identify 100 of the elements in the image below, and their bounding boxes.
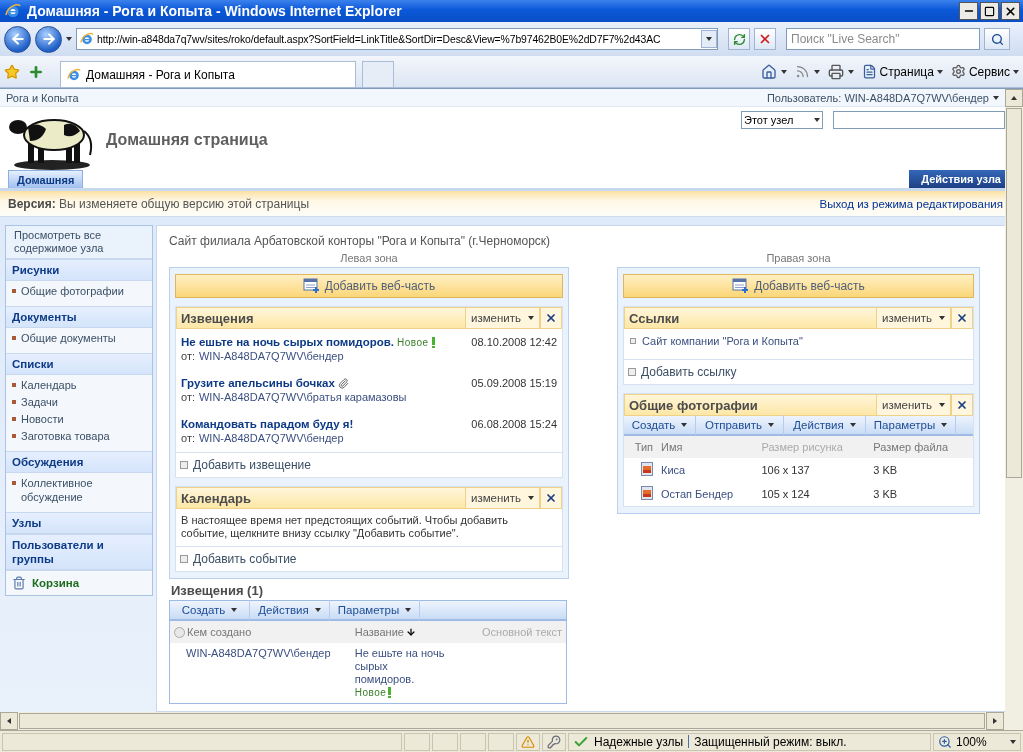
toolbar-menu-button[interactable]: Действия xyxy=(784,415,866,435)
close-web-part-button[interactable] xyxy=(950,308,972,328)
search-scope-select[interactable]: Этот узел xyxy=(741,111,823,129)
author-label: от: xyxy=(181,350,195,362)
image-file-icon xyxy=(641,486,653,500)
add-link[interactable]: Добавить событие xyxy=(193,552,297,566)
link-item[interactable]: Сайт компании "Рога и Копыта" xyxy=(642,335,803,347)
close-button[interactable] xyxy=(1001,2,1020,20)
author-link[interactable]: WIN-A848DA7Q7WV\бендер xyxy=(199,350,344,362)
browser-tab[interactable]: Домашняя - Рога и Копыта xyxy=(60,61,356,87)
announcement-title[interactable]: Не ешьте на ночь сырых помидоров. xyxy=(181,336,394,348)
file-name-link[interactable]: Киса xyxy=(661,464,686,476)
search-button[interactable] xyxy=(984,28,1010,50)
stop-button[interactable] xyxy=(754,28,776,50)
exit-edit-mode-link[interactable]: Выход из режима редактирования xyxy=(819,197,1003,210)
column-header[interactable]: Название xyxy=(350,621,470,643)
toolbar-menu-button[interactable]: Параметры xyxy=(866,415,956,435)
horizontal-scrollbar[interactable] xyxy=(0,712,1023,730)
author-link[interactable]: WIN-A848DA7Q7WV\бендер xyxy=(186,647,331,659)
feeds-button[interactable] xyxy=(794,64,820,79)
item-title-link[interactable]: Не ешьте на ночь сырых помидоров. xyxy=(354,647,447,686)
site-description: Сайт филиала Арбатовской конторы "Рога и Копыта" (г.Черноморск) xyxy=(169,234,552,248)
close-web-part-button[interactable] xyxy=(950,395,972,415)
file-name-link[interactable]: Остап Бендер xyxy=(661,488,734,500)
print-button[interactable] xyxy=(827,63,854,80)
page-icon xyxy=(861,64,877,79)
toolbar-menu-button[interactable]: Создать xyxy=(170,600,250,620)
edit-menu-button[interactable]: изменить xyxy=(876,308,950,328)
nav-item[interactable]: Задачи xyxy=(6,395,152,409)
nav-item[interactable]: Новости xyxy=(6,412,152,426)
site-actions-button[interactable]: Действия узла xyxy=(909,170,1005,188)
favorites-star-icon[interactable] xyxy=(4,63,20,80)
announcement-title[interactable]: Командовать парадом буду я! xyxy=(181,418,354,430)
home-button[interactable] xyxy=(760,63,787,80)
command-menu-button[interactable]: Страница xyxy=(861,64,943,79)
toolbar-menu-button[interactable]: Создать xyxy=(624,415,696,435)
nav-section-heading[interactable]: Документы xyxy=(6,306,152,328)
address-dropdown-button[interactable] xyxy=(701,30,717,48)
nav-section-heading[interactable]: Пользователи и группы xyxy=(6,534,152,570)
add-web-part-button[interactable]: Добавить веб-часть xyxy=(623,274,974,298)
zoom-button[interactable]: 100% xyxy=(933,732,1021,751)
add-link[interactable]: Добавить ссылку xyxy=(641,365,737,379)
nav-section-heading[interactable]: Обсуждения xyxy=(6,451,152,473)
close-web-part-button[interactable] xyxy=(539,488,561,508)
recycle-bin-link[interactable]: Корзина xyxy=(6,570,152,595)
author-link[interactable]: WIN-A848DA7Q7WV\братья карамазовы xyxy=(199,391,407,403)
column-header[interactable]: Кем создано xyxy=(170,621,351,643)
close-icon xyxy=(545,312,557,324)
maximize-button[interactable] xyxy=(980,2,999,20)
maximize-icon xyxy=(984,5,995,17)
minimize-button[interactable] xyxy=(959,2,978,20)
nav-item[interactable]: Заготовка товара xyxy=(6,429,152,443)
nav-item[interactable]: Календарь xyxy=(6,378,152,392)
forward-button[interactable] xyxy=(35,25,62,53)
back-button[interactable] xyxy=(4,25,31,53)
refresh-icon xyxy=(732,32,746,46)
vertical-scrollbar[interactable] xyxy=(1005,89,1023,712)
author-link[interactable]: WIN-A848DA7Q7WV\бендер xyxy=(199,432,344,444)
zoom-icon xyxy=(938,734,952,749)
add-web-part-button[interactable]: Добавить веб-часть xyxy=(175,274,563,298)
nav-section-heading[interactable]: Узлы xyxy=(6,512,152,534)
column-header[interactable]: Размер файла xyxy=(869,436,973,458)
site-title: Домашняя страница xyxy=(106,131,269,149)
image-size: 105 x 124 xyxy=(761,488,810,500)
toolbar-menu-button[interactable]: Параметры xyxy=(330,600,420,620)
refresh-button[interactable] xyxy=(728,28,750,50)
dropdown-arrow-icon xyxy=(528,496,534,500)
add-favorite-icon[interactable] xyxy=(28,63,44,80)
edit-menu-button[interactable]: изменить xyxy=(465,488,539,508)
printer-icon xyxy=(827,63,844,80)
nav-tab[interactable]: Домашняя xyxy=(8,170,84,188)
edit-menu-button[interactable]: изменить xyxy=(465,308,539,328)
view-all-content-link[interactable]: Просмотреть все содержимое узла xyxy=(6,226,152,259)
scroll-arrow-icon xyxy=(7,718,11,724)
dropdown-arrow-icon xyxy=(780,69,787,74)
site-breadcrumb[interactable]: Рога и Копыта xyxy=(6,91,79,104)
toolbar-menu-button[interactable]: Действия xyxy=(250,600,330,620)
nav-section-heading[interactable]: Рисунки xyxy=(6,259,152,281)
site-search-field[interactable] xyxy=(833,111,1005,129)
popup-warning-icon xyxy=(521,734,535,749)
dropdown-arrow-icon xyxy=(936,69,943,74)
column-header[interactable]: Имя xyxy=(657,436,758,458)
history-dropdown-icon[interactable] xyxy=(66,37,72,41)
command-menu-button[interactable]: Сервис xyxy=(950,64,1019,79)
edit-menu-button[interactable]: изменить xyxy=(876,395,950,415)
nav-section-heading[interactable]: Списки xyxy=(6,353,152,375)
rss-icon xyxy=(794,64,810,79)
select-all-radio[interactable] xyxy=(174,626,185,638)
search-field[interactable]: Поиск "Live Search" xyxy=(786,28,980,50)
dropdown-arrow-icon xyxy=(814,118,820,122)
address-field[interactable]: http://win-a848da7q7wv/sites/roko/default.aspx?SortField=LinkTitle&SortDir=Desc&View=%7b97462B0E%2dD7F7%2d43AC xyxy=(76,28,718,50)
announcement-title[interactable]: Грузите апельсины бочках xyxy=(181,377,335,389)
file-size: 3 KB xyxy=(873,464,898,476)
protected-mode-status: Защищенный режим: выкл. xyxy=(694,734,847,749)
dropdown-arrow-icon xyxy=(314,608,321,612)
add-link[interactable]: Добавить извещение xyxy=(193,458,311,472)
column-header[interactable]: Тип xyxy=(624,436,657,458)
user-menu[interactable]: Пользователь: WIN-A848DA7Q7WV\бендер xyxy=(766,91,999,104)
toolbar-menu-button[interactable]: Отправить xyxy=(696,415,784,435)
close-web-part-button[interactable] xyxy=(539,308,561,328)
